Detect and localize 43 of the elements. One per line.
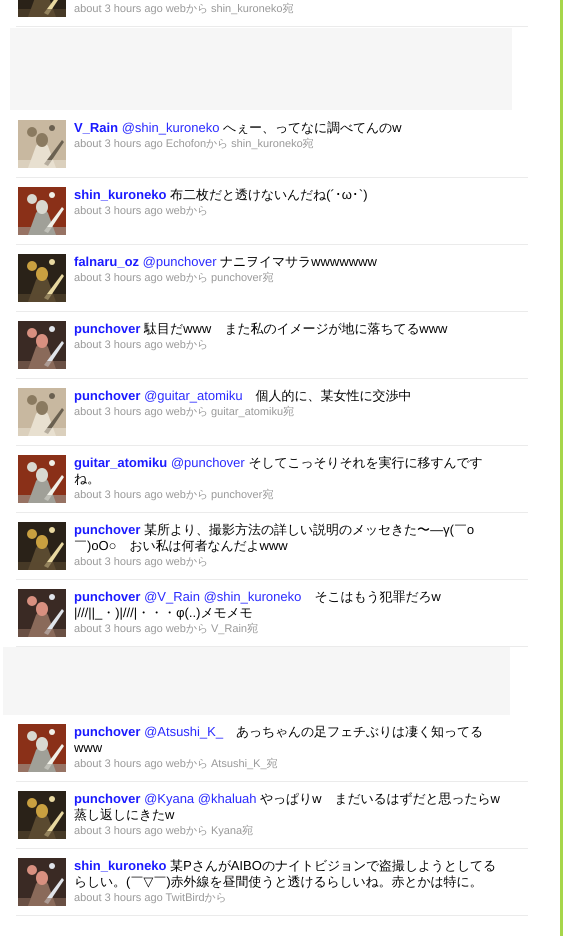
username-link[interactable]: falnaru_oz [74, 254, 140, 269]
tweet-meta: about 3 hours ago webから punchover宛 [74, 270, 274, 286]
tweet-meta: about 3 hours ago webから [74, 338, 209, 353]
mention-link[interactable]: @shin_kuroneko [122, 120, 220, 135]
mention-link[interactable]: @punchover [170, 455, 245, 470]
tweet-text: punchover @Atsushi_K_ あっちゃんの足フェチぶりは凄く知ってるwww [74, 724, 484, 756]
username-link[interactable]: punchover [74, 791, 140, 806]
tweet-text: punchover 某所より、撮影方法の詳しい説明のメッセきた〜―γ(￣o￣)oO○ おい私は何者なんだよwww [74, 522, 476, 554]
username-link[interactable]: shin_kuroneko [74, 858, 166, 873]
tweet-text: punchover @guitar_atomiku 個人的に、某女性に交渉中 [74, 388, 413, 404]
tweet-meta: about 3 hours ago webから punchover宛 [74, 488, 274, 503]
mention-link[interactable]: @shin_kuroneko [204, 589, 302, 604]
mention-link[interactable]: @khaluah [198, 791, 257, 806]
tweet-text: punchover @Kyana @khaluah やっぱりw まだいるはずだと思ったらw 蒸し返しにきたw [74, 791, 501, 823]
username-link[interactable]: V_Rain [74, 120, 118, 135]
tweet-text: shin_kuroneko 布二枚だと透けないんだね(´･ω･`) [74, 187, 369, 203]
tweet-meta: about 3 hours ago Echofonから shin_kuroneko宛 [74, 136, 315, 152]
tweet-text: guitar_atomiku @punchover そしてこっそりそれを実行に移すんですね。 [74, 455, 484, 487]
tweet-meta: about 3 hours ago webから [74, 555, 209, 570]
username-link[interactable]: shin_kuroneko [74, 187, 166, 202]
mention-link[interactable]: @Atsushi_K_ [144, 724, 224, 739]
tweet-meta: about 3 hours ago webから Kyana宛 [74, 824, 254, 839]
username-link[interactable]: punchover [74, 321, 140, 336]
tweet-meta: about 3 hours ago webから shin_kuroneko宛 [74, 2, 295, 17]
tweet-text: shin_kuroneko 某PさんがAIBOのナイトビジョンで盗撮しようとしてるらしい。(￣▽￣)赤外線を昼間使うと透けるらしいね。赤とかは特に。 [74, 858, 497, 890]
tweet-meta: about 3 hours ago webから [74, 204, 209, 219]
mention-link[interactable]: @punchover [142, 254, 217, 269]
mention-link[interactable]: @guitar_atomiku [144, 388, 243, 403]
tweet-text: punchover @V_Rain @shin_kuroneko そこはもう犯罪だろw |///||_・)|///|・・・φ(..)メモメモ [74, 589, 442, 621]
username-link[interactable]: punchover [74, 522, 140, 537]
tweet-text: falnaru_oz @punchover ナニヲイマサラwwwwwww [74, 254, 378, 270]
username-link[interactable]: punchover [74, 724, 140, 739]
mention-link[interactable]: @V_Rain [144, 589, 200, 604]
username-link[interactable]: punchover [74, 589, 140, 604]
tweet-meta: about 3 hours ago webから guitar_atomiku宛 [74, 404, 296, 420]
username-link[interactable]: guitar_atomiku [74, 455, 168, 470]
tweet-text: punchover 駄目だwww また私のイメージが地に落ちてるwww [74, 321, 448, 337]
tweet-meta: about 3 hours ago webから V_Rain宛 [74, 622, 260, 637]
username-link[interactable]: punchover [74, 388, 140, 403]
mention-link[interactable]: @Kyana [144, 791, 194, 806]
tweet-text: V_Rain @shin_kuroneko へぇー、ってなに調べてんのw [74, 120, 402, 136]
tweet-meta: about 3 hours ago webから Atsushi_K_宛 [74, 756, 279, 772]
tweet-meta: about 3 hours ago TwitBirdから [74, 891, 228, 906]
